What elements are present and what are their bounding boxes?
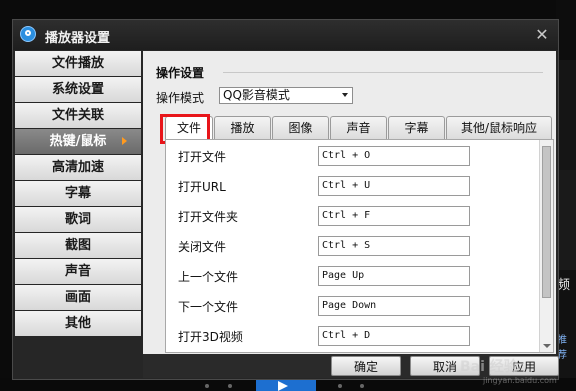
mode-select-value: QQ影音模式 [223,88,290,102]
sidebar-item-lyrics[interactable]: 歌词 [15,207,141,232]
sidebar-item-label: 文件关联 [51,108,104,123]
section-title: 操作设置 [156,66,205,80]
sidebar-item-hotkeys[interactable]: 热键/鼠标 [15,129,141,154]
hotkey-field[interactable]: Ctrl + F [318,206,470,226]
tab-playback[interactable]: 播放 [214,116,271,139]
sidebar-item-other[interactable]: 其他 [15,311,141,336]
close-icon[interactable]: ✕ [532,26,552,44]
settings-sidebar: 文件播放 系统设置 文件关联 热键/鼠标 高清加速 字幕 歌词 截图 声音 画面… [15,51,141,337]
sidebar-item-label: 声音 [64,264,91,279]
sidebar-item-label: 热键/鼠标 [49,134,107,149]
hotkey-field[interactable]: Ctrl + U [318,176,470,196]
sidebar-item-subtitles[interactable]: 字幕 [15,181,141,206]
play-icon [278,381,288,391]
mode-select[interactable]: QQ影音模式 [219,87,353,104]
watermark-text: Bai 经验 [460,359,518,375]
hotkey-label: 上一个文件 [178,270,239,284]
sidebar-item-audio[interactable]: 声音 [15,259,141,284]
ok-button[interactable]: 确定 [331,356,401,376]
section-divider [223,72,543,73]
mode-label: 操作模式 [156,91,205,105]
tab-label: 播放 [230,121,255,135]
hotkey-field[interactable]: Page Up [318,266,470,286]
sidebar-item-label: 字幕 [64,186,91,201]
hotkey-label: 打开URL [178,180,226,194]
app-logo-icon [20,26,36,42]
settings-content: 操作设置 操作模式 QQ影音模式 文件 播放 图像 声音 字幕 其他/鼠标响应 … [143,51,556,354]
hotkey-label: 关闭文件 [178,240,227,254]
tab-audio[interactable]: 声音 [330,116,387,139]
title-bar[interactable]: 播放器设置 ✕ [13,20,558,50]
tab-image[interactable]: 图像 [272,116,329,139]
sidebar-item-picture[interactable]: 画面 [15,285,141,310]
tab-label: 其他/鼠标响应 [460,121,538,135]
tab-other-mouse[interactable]: 其他/鼠标响应 [446,116,552,139]
scroll-down-icon[interactable] [543,344,551,348]
sidebar-item-label: 画面 [64,290,91,305]
sidebar-item-label: 系统设置 [51,82,104,97]
sidebar-item-label: 文件播放 [51,56,104,71]
settings-dialog: 播放器设置 ✕ 文件播放 系统设置 文件关联 热键/鼠标 高清加速 字幕 歌词 … [12,19,559,385]
sidebar-item-label: 其他 [64,316,91,331]
tab-label: 图像 [288,121,313,135]
hotkey-label: 打开文件夹 [178,210,239,224]
hotkey-field[interactable]: Page Down [318,296,470,316]
active-arrow-icon [122,137,127,145]
hotkey-field[interactable]: Ctrl + S [318,236,470,256]
watermark-subtext: jingyan.baidu.com [483,376,557,385]
dialog-title: 播放器设置 [45,31,111,46]
hotkey-label: 打开3D视频 [178,330,243,344]
hotkey-field[interactable]: Ctrl + O [318,146,470,166]
sidebar-item-label: 高清加速 [51,160,104,175]
sidebar-item-hd-acceleration[interactable]: 高清加速 [15,155,141,180]
tab-label: 声音 [346,121,371,135]
scrollbar-thumb[interactable] [542,146,551,298]
hotkey-field[interactable]: Ctrl + D [318,326,470,346]
sidebar-item-system[interactable]: 系统设置 [15,77,141,102]
background-side-link[interactable]: 推荐 [557,331,576,361]
sidebar-item-file-playback[interactable]: 文件播放 [15,51,141,76]
chevron-down-icon [342,93,348,97]
sidebar-item-file-association[interactable]: 文件关联 [15,103,141,128]
hotkey-label: 打开文件 [178,150,227,164]
sidebar-item-screenshot[interactable]: 截图 [15,233,141,258]
sidebar-item-label: 截图 [64,238,91,253]
vertical-scrollbar[interactable] [539,140,553,352]
hotkey-label: 下一个文件 [178,300,239,314]
hotkey-panel: 打开文件 Ctrl + O 打开URL Ctrl + U 打开文件夹 Ctrl … [165,139,554,353]
tab-label: 字幕 [404,121,429,135]
tab-subtitles[interactable]: 字幕 [388,116,445,139]
sidebar-item-label: 歌词 [64,212,91,227]
